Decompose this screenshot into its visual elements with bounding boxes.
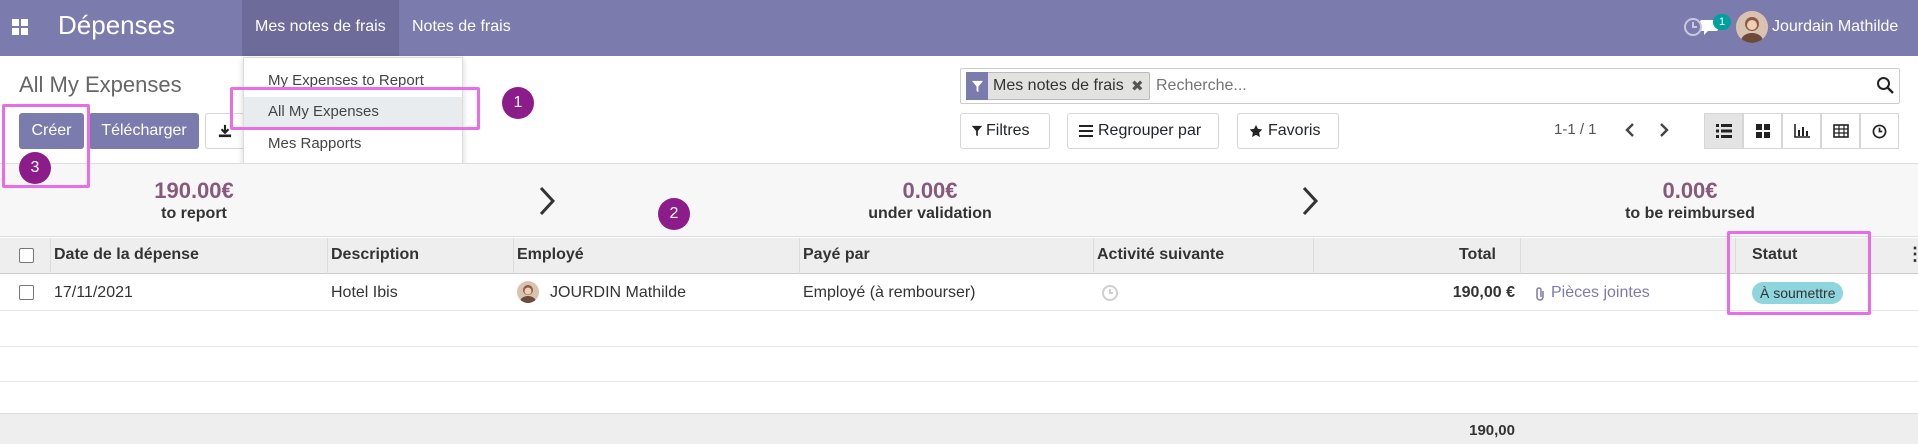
cell-description: Hotel Ibis — [331, 284, 398, 301]
user-name[interactable]: Jourdain Mathilde — [1772, 18, 1898, 36]
dropdown-item-my-reports[interactable]: Mes Rapports — [244, 129, 462, 159]
stat-under-validation-label: under validation — [868, 205, 992, 222]
chevron-right-icon — [1302, 186, 1319, 216]
column-separator — [1313, 238, 1314, 274]
annotation-number-1: 1 — [502, 87, 534, 119]
filter-facet-label: Mes notes de frais — [993, 77, 1124, 94]
activity-view-icon — [1872, 124, 1887, 139]
stat-to-be-reimbursed-value[interactable]: 0.00€ — [1590, 178, 1790, 204]
pivot-view-icon — [1833, 124, 1849, 138]
select-all-checkbox[interactable] — [19, 248, 34, 263]
view-pivot-button[interactable] — [1821, 113, 1860, 149]
table-footer — [0, 413, 1918, 444]
apps-menu-icon[interactable] — [12, 19, 28, 35]
column-header-employee[interactable]: Employé — [517, 246, 584, 264]
column-separator — [1520, 238, 1521, 274]
column-header-description[interactable]: Description — [331, 246, 419, 264]
favorites-label: Favoris — [1268, 122, 1321, 139]
column-header-next-activity[interactable]: Activité suivante — [1097, 246, 1224, 264]
filters-label: Filtres — [986, 122, 1030, 139]
annotation-box-status — [1727, 231, 1871, 315]
cell-employee: JOURDIN Mathilde — [550, 284, 687, 301]
pager-previous-icon[interactable] — [1624, 122, 1636, 138]
pager-next-icon[interactable] — [1658, 122, 1670, 138]
facet-remove-icon[interactable]: ✖ — [1131, 77, 1144, 95]
column-header-date[interactable]: Date de la dépense — [54, 246, 199, 264]
star-icon — [1249, 124, 1263, 137]
upload-button[interactable]: Télécharger — [89, 113, 199, 149]
cell-paid-by: Employé (à rembourser) — [803, 284, 976, 301]
bars-icon — [1079, 125, 1093, 137]
app-title[interactable]: Dépenses — [58, 10, 175, 41]
view-kanban-button[interactable] — [1743, 113, 1782, 149]
annotation-number-3: 3 — [19, 152, 51, 184]
empty-row — [0, 346, 1918, 382]
column-separator — [50, 238, 51, 274]
nav-menu-my-expenses[interactable]: Mes notes de frais — [255, 18, 386, 36]
activity-clock-icon[interactable] — [1101, 284, 1119, 302]
row-checkbox[interactable] — [19, 285, 34, 300]
annotation-box-all-my-expenses — [230, 87, 480, 130]
page-title: All My Expenses — [19, 72, 182, 97]
activity-clock-icon[interactable] — [1682, 16, 1704, 38]
group-by-button[interactable]: Regrouper par — [1067, 113, 1219, 149]
funnel-icon — [971, 125, 983, 137]
empty-row — [0, 311, 1918, 347]
attachments-link[interactable]: Pièces jointes — [1551, 284, 1650, 302]
footer-total: 190,00 — [1469, 422, 1515, 439]
search-icon[interactable] — [1876, 76, 1894, 94]
stat-to-report-label: to report — [161, 205, 227, 222]
filters-button[interactable]: Filtres — [960, 113, 1050, 149]
chevron-right-icon — [539, 186, 556, 216]
table-header — [0, 238, 1918, 274]
graph-view-icon — [1794, 124, 1810, 138]
annotation-number-2: 2 — [658, 198, 690, 230]
stat-to-report-value[interactable]: 190.00€ — [94, 178, 294, 204]
chat-count-badge: 1 — [1713, 14, 1731, 30]
column-header-paid-by[interactable]: Payé par — [803, 246, 870, 264]
search-input[interactable] — [1154, 74, 1854, 98]
employee-avatar — [517, 281, 539, 303]
kanban-view-icon — [1756, 124, 1770, 138]
column-separator — [799, 238, 800, 274]
view-activity-button[interactable] — [1860, 113, 1899, 149]
favorites-button[interactable]: Favoris — [1237, 113, 1339, 149]
paperclip-icon[interactable] — [1534, 286, 1546, 302]
empty-row — [0, 379, 1918, 415]
column-header-total[interactable]: Total — [1400, 246, 1496, 264]
cell-date: 17/11/2021 — [54, 284, 133, 301]
stat-under-validation-value[interactable]: 0.00€ — [830, 178, 1030, 204]
view-graph-button[interactable] — [1782, 113, 1821, 149]
column-separator — [513, 238, 514, 274]
view-list-button[interactable] — [1704, 113, 1743, 149]
user-avatar[interactable] — [1736, 11, 1768, 43]
pager-value[interactable]: 1-1 / 1 — [1554, 121, 1597, 138]
stat-to-be-reimbursed-label: to be reimbursed — [1625, 205, 1755, 222]
column-separator — [327, 238, 328, 274]
list-view-icon — [1716, 124, 1732, 138]
cell-total: 190,00 € — [1452, 284, 1515, 301]
group-by-label: Regrouper par — [1098, 122, 1202, 139]
filter-facet-icon-bg — [966, 72, 988, 100]
column-separator — [1093, 238, 1094, 274]
optional-columns-toggle-icon[interactable]: ⋮ — [1906, 244, 1918, 265]
funnel-icon — [971, 80, 984, 93]
nav-menu-expense-reports[interactable]: Notes de frais — [412, 18, 511, 36]
